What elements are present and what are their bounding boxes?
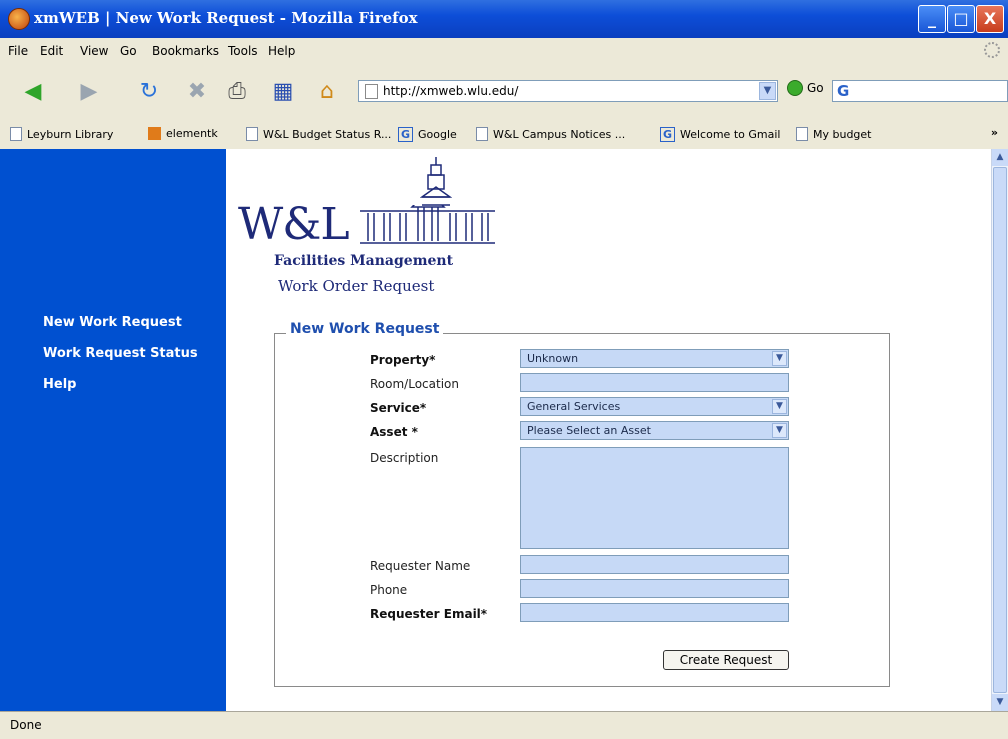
page-content: W&L Facilities Management Work Order Req… xyxy=(226,149,991,711)
asset-value: Please Select an Asset xyxy=(527,424,651,437)
bookmarks-overflow-icon[interactable]: » xyxy=(991,126,998,139)
logo-work-order-request: Work Order Request xyxy=(278,277,435,295)
bookmark-label: W&L Budget Status R... xyxy=(263,127,392,141)
create-request-button[interactable]: Create Request xyxy=(663,650,789,670)
bookmark-google[interactable]: G Google xyxy=(398,127,457,142)
bookmark-label: W&L Campus Notices ... xyxy=(493,127,626,141)
stop-icon[interactable]: ✖ xyxy=(182,77,212,105)
menu-view[interactable]: View xyxy=(80,44,108,58)
chevron-down-icon: ▼ xyxy=(772,351,787,366)
menu-edit[interactable]: Edit xyxy=(40,44,63,58)
page-icon xyxy=(246,127,258,141)
service-select[interactable]: General Services ▼ xyxy=(520,397,789,416)
asset-label: Asset * xyxy=(370,425,418,439)
chevron-down-icon: ▼ xyxy=(772,423,787,438)
requester-email-input[interactable] xyxy=(520,603,789,622)
bookmark-label: My budget xyxy=(813,127,872,141)
bookmark-gmail[interactable]: G Welcome to Gmail xyxy=(660,127,780,142)
requester-name-label: Requester Name xyxy=(370,559,471,573)
description-label: Description xyxy=(370,451,439,465)
menu-go[interactable]: Go xyxy=(120,44,137,58)
logo-wordmark: W&L xyxy=(238,199,350,250)
scroll-up-icon[interactable]: ▲ xyxy=(992,149,1008,166)
go-icon xyxy=(787,80,803,96)
colonnade-icon xyxy=(360,205,495,244)
bookmark-leyburn-library[interactable]: Leyburn Library xyxy=(10,127,113,141)
menu-bar: File Edit View Go Bookmarks Tools Help xyxy=(0,38,1008,64)
menu-bookmarks[interactable]: Bookmarks xyxy=(152,44,219,58)
bookmark-label: elementk xyxy=(166,127,218,140)
page-icon xyxy=(365,84,378,99)
service-label: Service* xyxy=(370,401,427,415)
requester-email-label: Requester Email* xyxy=(370,607,488,621)
print-icon[interactable]: ⎙ xyxy=(222,77,252,105)
bookmarks-icon[interactable]: ▦ xyxy=(268,77,298,105)
property-select[interactable]: Unknown ▼ xyxy=(520,349,789,368)
chevron-down-icon: ▼ xyxy=(772,399,787,414)
form-legend: New Work Request xyxy=(286,321,444,337)
firefox-icon xyxy=(8,8,30,30)
scrollbar-thumb[interactable] xyxy=(993,167,1007,693)
left-sidebar: New Work Request Work Request Status Hel… xyxy=(0,149,226,711)
page-icon xyxy=(10,127,22,141)
cupola-icon xyxy=(420,157,452,206)
back-icon[interactable]: ◀ xyxy=(18,77,48,105)
url-bar[interactable]: http://xmweb.wlu.edu/ ▼ xyxy=(358,80,778,102)
window-title-bar[interactable]: xmWEB | New Work Request - Mozilla Firef… xyxy=(0,0,1008,38)
page-icon xyxy=(796,127,808,141)
bookmark-label: Google xyxy=(418,128,457,141)
go-label: Go xyxy=(807,81,824,95)
reload-icon[interactable]: ↻ xyxy=(134,77,164,105)
room-location-label: Room/Location xyxy=(370,377,459,391)
minimize-button[interactable]: _ xyxy=(918,5,946,33)
elementk-icon xyxy=(148,127,161,140)
menu-tools[interactable]: Tools xyxy=(228,44,258,58)
bookmark-elementk[interactable]: elementk xyxy=(148,127,218,140)
google-search-icon: G xyxy=(837,82,850,100)
url-dropdown-icon[interactable]: ▼ xyxy=(759,82,776,100)
navigation-toolbar: ◀ ▶ ↻ ✖ ⎙ ▦ ⌂ http://xmweb.wlu.edu/ ▼ Go… xyxy=(0,63,1008,119)
description-textarea[interactable] xyxy=(520,447,789,549)
bookmarks-toolbar: Leyburn Library elementk W&L Budget Stat… xyxy=(0,118,1008,150)
throbber-icon xyxy=(984,42,1000,58)
window-title: xmWEB | New Work Request - Mozilla Firef… xyxy=(34,9,418,27)
bookmark-my-budget[interactable]: My budget xyxy=(796,127,872,141)
scroll-down-icon[interactable]: ▼ xyxy=(992,694,1008,711)
bookmark-budget-status[interactable]: W&L Budget Status R... xyxy=(246,127,391,141)
sidebar-item-work-request-status[interactable]: Work Request Status xyxy=(43,346,198,361)
requester-name-input[interactable] xyxy=(520,555,789,574)
google-icon: G xyxy=(660,127,675,142)
service-value: General Services xyxy=(527,400,621,413)
bookmark-campus-notices[interactable]: W&L Campus Notices ... xyxy=(476,127,625,141)
status-bar: Done xyxy=(0,711,1008,739)
sidebar-item-help[interactable]: Help xyxy=(43,377,76,392)
phone-label: Phone xyxy=(370,583,408,597)
page-icon xyxy=(476,127,488,141)
vertical-scrollbar[interactable]: ▲ ▼ xyxy=(991,149,1008,711)
url-text: http://xmweb.wlu.edu/ xyxy=(383,84,519,98)
room-location-input[interactable] xyxy=(520,373,789,392)
property-label: Property* xyxy=(370,353,436,367)
maximize-button[interactable]: □ xyxy=(947,5,975,33)
close-button[interactable]: X xyxy=(976,5,1004,33)
phone-input[interactable] xyxy=(520,579,789,598)
bookmark-label: Welcome to Gmail xyxy=(680,128,781,141)
asset-select[interactable]: Please Select an Asset ▼ xyxy=(520,421,789,440)
google-icon: G xyxy=(398,127,413,142)
forward-icon[interactable]: ▶ xyxy=(74,77,104,105)
search-input[interactable]: G xyxy=(832,80,1008,102)
bookmark-label: Leyburn Library xyxy=(27,127,114,141)
property-value: Unknown xyxy=(527,352,579,365)
sidebar-item-new-work-request[interactable]: New Work Request xyxy=(43,315,182,330)
menu-help[interactable]: Help xyxy=(268,44,295,58)
wl-logo: W&L Facilities Management Work Order Req… xyxy=(238,157,498,307)
go-button[interactable]: Go xyxy=(787,80,824,96)
home-icon[interactable]: ⌂ xyxy=(312,77,342,105)
logo-facilities-management: Facilities Management xyxy=(274,253,454,269)
menu-file[interactable]: File xyxy=(8,44,28,58)
status-text: Done xyxy=(10,718,42,732)
